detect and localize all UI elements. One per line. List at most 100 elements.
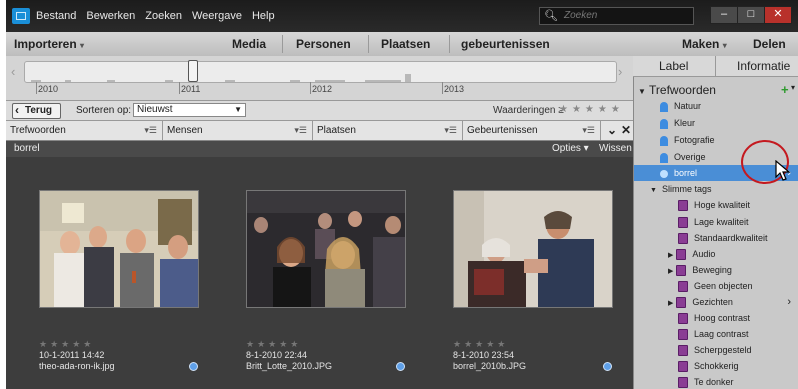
keyword-item[interactable]: Kleur [634, 115, 798, 131]
smart-tag-icon [678, 233, 688, 245]
chevron-down-icon: ▾ [722, 41, 727, 50]
back-button[interactable]: Terug [12, 103, 62, 119]
search-query: borrel [14, 143, 40, 154]
smart-tag-item[interactable]: Scherpgesteld [678, 342, 752, 358]
keyword-item[interactable]: Natuur [634, 98, 798, 114]
filter-people[interactable]: Mensen ▾☰ [163, 121, 313, 140]
tab-plaatsen[interactable]: Plaatsen [381, 37, 430, 51]
timeline-left-arrow-icon[interactable]: ‹ [11, 64, 15, 79]
keyword-label: Overige [674, 152, 706, 162]
smart-tag-icon [676, 265, 687, 277]
keyword-label: Fotografie [674, 135, 715, 145]
timeline-slider-handle[interactable] [188, 60, 198, 82]
photo-date: 8-1-2010 23:54 [453, 350, 515, 360]
filter-list-icon[interactable]: ▾☰ [582, 121, 595, 140]
panel-tabs: Label Informatie [633, 56, 798, 77]
smart-tag-label: Beweging [692, 265, 732, 275]
share-menu[interactable]: Delen [753, 37, 786, 51]
tab-label[interactable]: Label [659, 59, 688, 73]
timeline-track[interactable] [24, 60, 617, 83]
timeline-right-arrow-icon[interactable]: › [618, 64, 622, 79]
share-label: Delen [753, 37, 786, 51]
sort-select[interactable]: Nieuwst ▼ [133, 103, 246, 117]
search-input[interactable]: 🔍︎ Zoeken [539, 7, 694, 25]
keyword-tag-icon [396, 362, 405, 371]
smart-tag-item[interactable]: Schokkerig [678, 358, 739, 374]
chevron-right-icon[interactable]: ▶ [668, 252, 673, 259]
tab-personen[interactable]: Personen [296, 37, 351, 51]
timeline[interactable]: ‹ › 2010 2011 2012 2013 [6, 56, 633, 101]
chevron-right-icon[interactable]: ▶ [668, 300, 673, 307]
ratings-label: Waarderingen ≥ [493, 105, 564, 116]
chevron-right-icon[interactable]: › [787, 294, 791, 310]
filter-places[interactable]: Plaatsen ▾☰ [313, 121, 463, 140]
tag-icon [660, 152, 668, 163]
year-label: 2010 [38, 84, 59, 94]
options-menu[interactable]: Opties ▾ [552, 143, 589, 154]
smart-tag-item[interactable]: Standaardkwaliteit [678, 230, 768, 246]
chevron-down-icon: ▼ [234, 105, 242, 114]
smart-tag-item[interactable]: ▶ Audio [668, 246, 715, 262]
filter-list-icon[interactable]: ▾☰ [444, 121, 457, 140]
timeline-bar [225, 80, 235, 82]
smart-tag-item[interactable]: ▶ Gezichten › [668, 294, 798, 310]
smart-tag-item[interactable]: Te donker [678, 374, 734, 389]
smart-tag-icon [678, 200, 688, 212]
filter-keywords-label: Trefwoorden [10, 125, 66, 136]
smart-tag-item[interactable]: Hoog contrast [678, 310, 750, 326]
clear-button[interactable]: Wissen [599, 143, 632, 154]
tab-informatie[interactable]: Informatie [737, 59, 790, 73]
smart-tags-root[interactable]: ▼ Slimme tags [650, 181, 711, 197]
minimize-button[interactable]: – [710, 6, 738, 24]
filter-events[interactable]: Gebeurtenissen ▾☰ [463, 121, 601, 140]
photo-thumbnail[interactable] [246, 190, 406, 308]
smart-tag-icon [678, 361, 688, 373]
chevron-down-icon[interactable]: ⌄ [607, 123, 617, 137]
menu-bewerken[interactable]: Bewerken [86, 10, 135, 22]
photo-thumbnail[interactable] [453, 190, 613, 308]
smart-tag-item[interactable]: Hoge kwaliteit [678, 197, 750, 213]
ratings-stars[interactable]: ★★★★★ [559, 104, 624, 115]
year-label: 2013 [444, 84, 465, 94]
create-menu[interactable]: Maken ▾ [682, 37, 727, 51]
tab-media[interactable]: Media [232, 37, 266, 51]
tab-gebeurtenissen[interactable]: gebeurtenissen [461, 37, 550, 51]
photo-thumbnail[interactable] [39, 190, 199, 308]
year-tick [310, 82, 311, 94]
tag-icon [660, 101, 668, 112]
photo-filename: theo-ada-ron-ik.jpg [39, 361, 115, 371]
menu-weergave[interactable]: Weergave [192, 10, 242, 22]
add-keyword-icon[interactable]: + [781, 82, 789, 97]
smart-tags-label: Slimme tags [661, 184, 712, 194]
smart-tag-label: Lage kwaliteit [694, 217, 749, 227]
smart-tag-item[interactable]: Laag contrast [678, 326, 749, 342]
menu-zoeken[interactable]: Zoeken [145, 10, 182, 22]
timeline-bar [107, 80, 115, 82]
smart-tag-label: Audio [692, 249, 716, 259]
close-button[interactable]: ✕ [764, 6, 792, 24]
keywords-root[interactable]: ▼ Trefwoorden [638, 82, 716, 98]
title-bar: Bestand Bewerken Zoeken Weergave Help 🔍︎… [6, 0, 798, 32]
smart-tag-label: Geen objecten [694, 281, 753, 291]
smart-tag-item[interactable]: Lage kwaliteit [678, 214, 749, 230]
photo-rating[interactable]: ★★★★★ [39, 339, 115, 350]
photo-rating[interactable]: ★★★★★ [453, 339, 526, 350]
chevron-down-icon[interactable]: ▾ [791, 83, 795, 92]
import-menu[interactable]: Importeren ▾ [14, 37, 84, 51]
menu-help[interactable]: Help [252, 10, 275, 22]
photo-rating[interactable]: ★★★★★ [246, 339, 332, 350]
filter-places-label: Plaatsen [317, 125, 356, 136]
maximize-button[interactable]: □ [737, 6, 765, 24]
chevron-right-icon[interactable]: ▶ [668, 268, 673, 275]
smart-tag-item[interactable]: Geen objecten [678, 278, 753, 294]
menu-bestand[interactable]: Bestand [36, 10, 76, 22]
photo-filename: borrel_2010b.JPG [453, 361, 527, 371]
filter-list-icon[interactable]: ▾☰ [144, 121, 157, 140]
keyword-label: borrel [674, 168, 698, 178]
filter-list-icon[interactable]: ▾☰ [294, 121, 307, 140]
mouse-pointer-icon [775, 160, 791, 181]
close-icon[interactable]: ✕ [621, 123, 631, 137]
smart-tag-icon [678, 377, 688, 389]
smart-tag-item[interactable]: ▶ Beweging [668, 262, 732, 278]
filter-keywords[interactable]: Trefwoorden ▾☰ [6, 121, 163, 140]
